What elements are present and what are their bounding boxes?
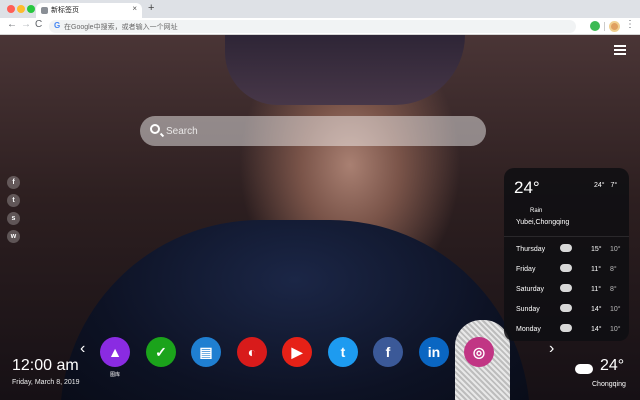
weather-current-temp: 24°: [514, 178, 540, 197]
instagram-icon[interactable]: ◎: [464, 337, 494, 367]
forecast-day: Monday: [516, 326, 541, 333]
back-button[interactable]: ←: [7, 19, 17, 30]
dock-next-button[interactable]: ›: [549, 341, 554, 357]
address-bar[interactable]: G 在Google中搜索，或者输入一个网址: [49, 20, 576, 33]
weather-condition: Rain: [530, 208, 543, 214]
forecast-day: Thursday: [516, 246, 546, 253]
forecast-day: Friday: [516, 266, 536, 273]
tab-favicon-icon: [41, 7, 48, 14]
search-bar[interactable]: [140, 116, 486, 146]
forecast-day: Saturday: [516, 286, 545, 293]
forecast-low: 8°: [610, 266, 617, 273]
forecast-low: 8°: [610, 286, 617, 293]
facebook-icon[interactable]: f: [7, 176, 20, 189]
search-icon: [150, 124, 160, 134]
tab-title: 新标签页: [51, 7, 79, 14]
forecast-row: Friday 11° 8°: [504, 261, 629, 279]
google-icon: G: [54, 21, 61, 30]
gallery-label: 图库: [109, 372, 120, 378]
forecast-low: 10°: [610, 306, 621, 313]
profile-avatar-icon[interactable]: [609, 21, 620, 32]
forecast-row: Thursday 15° 10°: [504, 241, 629, 259]
weather-location: Yubei,Chongqing: [516, 219, 570, 226]
minimize-window-button[interactable]: [17, 5, 25, 13]
tab-active[interactable]: 新标签页 ×: [36, 3, 142, 18]
forecast-row: Monday 14° 10°: [504, 321, 629, 339]
clock-date: Friday, March 8, 2019: [12, 379, 80, 386]
linkedin-icon[interactable]: in: [419, 337, 449, 367]
close-window-button[interactable]: [7, 5, 15, 13]
twitter-icon[interactable]: t: [7, 194, 20, 207]
browser-toolbar: ← → C G 在Google中搜索，或者输入一个网址 ⋮: [0, 18, 640, 35]
weather-low: 7°: [610, 182, 618, 189]
clock-time: 12:00 am: [12, 357, 79, 374]
forecast-low: 10°: [610, 326, 621, 333]
forecast-row: Sunday 14° 10°: [504, 301, 629, 319]
search-input[interactable]: [166, 122, 466, 140]
maximize-window-button[interactable]: [27, 5, 35, 13]
forecast-high: 11°: [591, 286, 602, 293]
bottom-weather-city: Chongqing: [592, 381, 626, 388]
toolbar-divider: [604, 22, 605, 31]
browser-menu-icon[interactable]: ⋮: [625, 19, 635, 30]
tab-strip: 新标签页 × +: [0, 0, 640, 18]
forecast-row: Saturday 11° 8°: [504, 281, 629, 299]
twitter-icon[interactable]: t: [328, 337, 358, 367]
weather-widget: 24° 24° 7° Rain Yubei,Chongqing Thursday…: [504, 168, 629, 341]
rain-cloud-icon: [560, 304, 572, 317]
background-photo-hair: [225, 35, 465, 105]
forecast-low: 10°: [610, 246, 621, 253]
menu-icon[interactable]: [614, 45, 626, 56]
weather-divider: [504, 236, 629, 237]
rain-cloud-icon: [560, 284, 572, 297]
new-tab-page: f t s w 24° 24° 7° Rain Yubei,Chongqing …: [0, 35, 640, 400]
forecast-high: 15°: [591, 246, 602, 253]
new-tab-button[interactable]: +: [148, 2, 154, 14]
forecast-day: Sunday: [516, 306, 540, 313]
rain-cloud-icon: [560, 264, 572, 277]
forward-button[interactable]: →: [21, 19, 31, 30]
wechat-icon[interactable]: w: [7, 230, 20, 243]
gallery-icon[interactable]: ▲: [100, 337, 130, 367]
notes-icon[interactable]: ▤: [191, 337, 221, 367]
weather-high-low: 24° 7°: [594, 182, 617, 189]
check-icon[interactable]: ✓: [146, 337, 176, 367]
forecast-high: 14°: [591, 326, 602, 333]
rain-cloud-icon: [560, 324, 572, 337]
bottom-weather-temp: 24°: [600, 357, 625, 374]
extension-icon[interactable]: [590, 21, 600, 31]
address-bar-placeholder: 在Google中搜索，或者输入一个网址: [64, 24, 178, 31]
facebook-icon[interactable]: f: [373, 337, 403, 367]
games-icon[interactable]: ◐: [237, 337, 267, 367]
rain-cloud-icon: [560, 244, 572, 257]
dock-prev-button[interactable]: ‹: [80, 341, 85, 357]
weather-high: 24°: [594, 182, 605, 189]
snapchat-icon[interactable]: s: [7, 212, 20, 225]
reload-button[interactable]: C: [35, 19, 42, 30]
tab-close-icon[interactable]: ×: [132, 4, 137, 13]
forecast-high: 14°: [591, 306, 602, 313]
forecast-high: 11°: [591, 266, 602, 273]
rain-cloud-icon: [575, 364, 593, 379]
youtube-icon[interactable]: ▶: [282, 337, 312, 367]
